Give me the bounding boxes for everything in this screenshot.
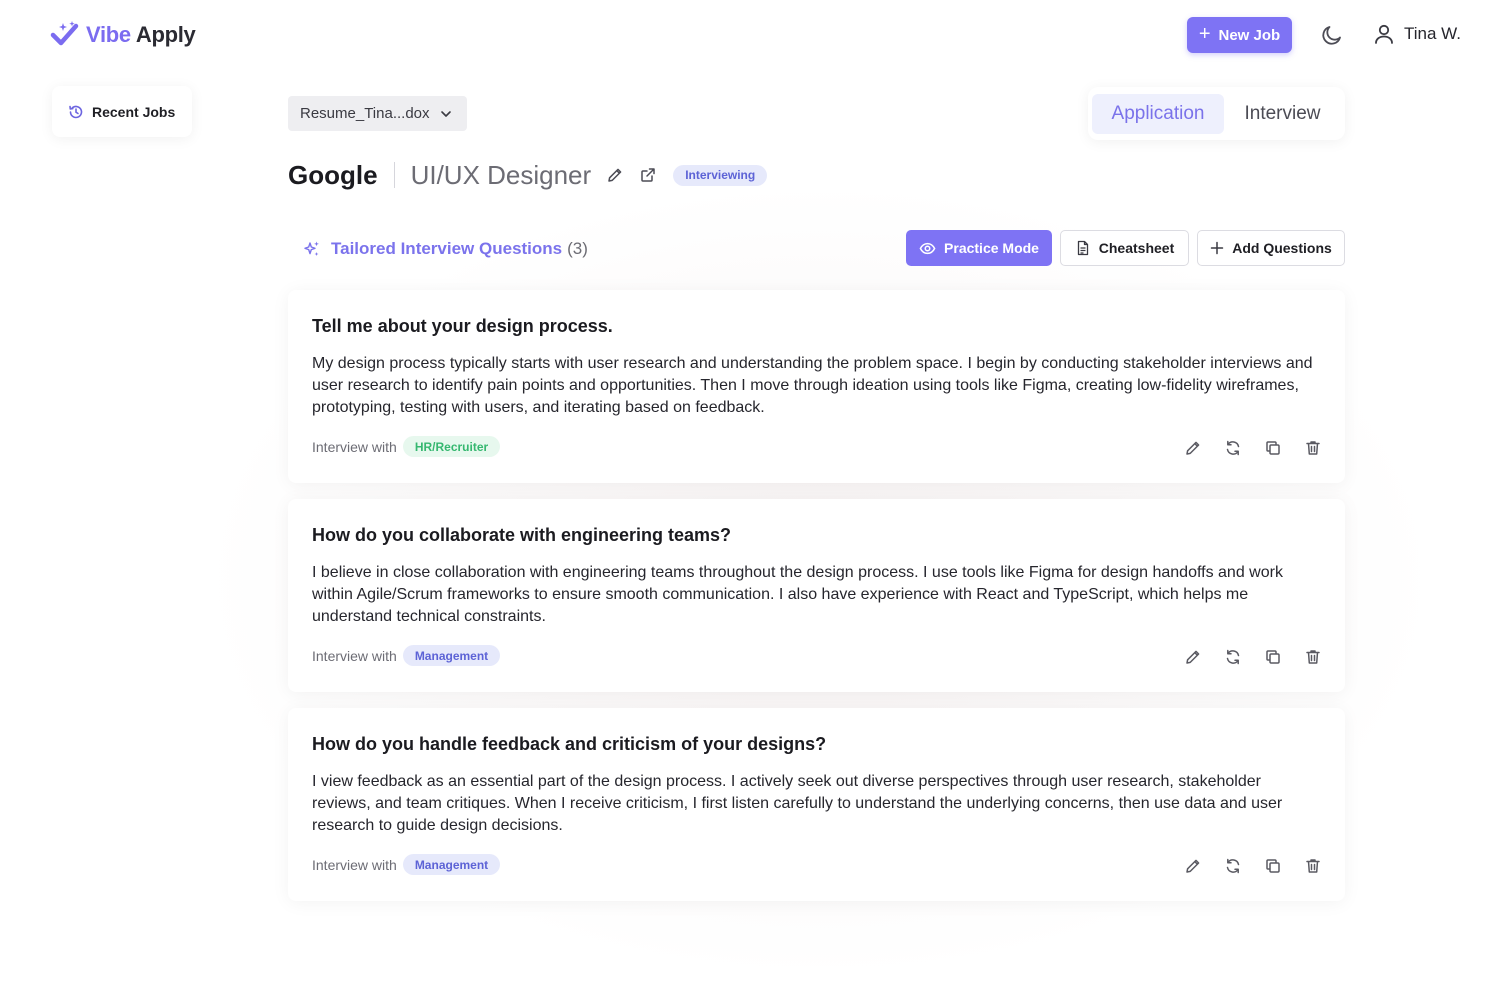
app-logo[interactable]: Vibe Apply (50, 20, 196, 50)
add-questions-label: Add Questions (1232, 240, 1332, 256)
practice-mode-button[interactable]: Practice Mode (906, 230, 1052, 266)
trash-icon[interactable] (1303, 856, 1323, 876)
external-link-icon[interactable] (639, 166, 657, 184)
trash-icon[interactable] (1303, 438, 1323, 458)
logo-check-sparkle-icon (50, 21, 79, 46)
cheatsheet-label: Cheatsheet (1098, 240, 1175, 256)
cheatsheet-button[interactable]: Cheatsheet (1060, 230, 1189, 266)
section-title: Tailored Interview Questions (3) (303, 237, 588, 261)
job-role: UI/UX Designer (410, 159, 592, 190)
practice-mode-label: Practice Mode (944, 240, 1039, 256)
regenerate-icon[interactable] (1223, 647, 1243, 667)
interviewer-tag: HR/Recruiter (402, 436, 501, 457)
card-actions (1183, 856, 1323, 876)
interviewer-tag: Management (402, 645, 501, 666)
job-title-row: Google UI/UX Designer Interviewing (288, 158, 768, 192)
question-text: Tell me about your design process. (312, 316, 613, 336)
edit-icon[interactable] (1183, 856, 1203, 876)
question-card: How do you handle feedback and criticism… (288, 708, 1345, 901)
title-divider (393, 162, 395, 188)
question-card: How do you collaborate with engineering … (288, 499, 1345, 692)
interview-with-label: Interview with (312, 438, 397, 455)
copy-icon[interactable] (1263, 438, 1283, 458)
answer-text: I view feedback as an essential part of … (312, 773, 1283, 834)
regenerate-icon[interactable] (1223, 856, 1243, 876)
recent-jobs-button[interactable]: Recent Jobs (52, 86, 192, 137)
question-card: Tell me about your design process. My de… (288, 290, 1345, 483)
interview-with: Interview with Management (312, 854, 501, 875)
interviewer-tag: Management (402, 854, 501, 875)
edit-job-icon[interactable] (606, 166, 624, 184)
tab-interview[interactable]: Interview (1224, 94, 1341, 134)
copy-icon[interactable] (1263, 647, 1283, 667)
copy-icon[interactable] (1263, 856, 1283, 876)
question-text: How do you handle feedback and criticism… (312, 734, 827, 754)
user-menu[interactable]: Tina W. (1372, 22, 1461, 46)
chevron-down-icon (440, 110, 451, 117)
eye-icon (919, 242, 936, 254)
tab-application[interactable]: Application (1092, 93, 1224, 134)
card-actions (1183, 438, 1323, 458)
interview-with-label: Interview with (312, 856, 397, 873)
question-text: How do you collaborate with engineering … (312, 525, 732, 545)
edit-icon[interactable] (1183, 647, 1203, 667)
answer-text: I believe in close collaboration with en… (312, 564, 1283, 625)
dark-mode-moon-icon[interactable] (1320, 23, 1344, 47)
card-actions (1183, 647, 1323, 667)
interview-with: Interview with HR/Recruiter (312, 436, 501, 457)
sparkles-icon (304, 241, 319, 256)
plus-icon (1210, 241, 1224, 255)
resume-select-value: Resume_Tina...dox (300, 105, 430, 122)
mode-tabs: Application Interview (1088, 87, 1345, 140)
brand-name: Vibe Apply (86, 22, 196, 47)
company-name: Google (288, 159, 378, 190)
recent-jobs-label: Recent Jobs (92, 103, 176, 120)
interview-with: Interview with Management (312, 645, 501, 666)
answer-text: My design process typically starts with … (312, 355, 1313, 416)
history-icon (69, 105, 83, 118)
edit-icon[interactable] (1183, 438, 1203, 458)
status-badge: Interviewing (673, 164, 768, 186)
regenerate-icon[interactable] (1223, 438, 1243, 458)
interview-with-label: Interview with (312, 647, 397, 664)
section-title-label: Tailored Interview Questions (331, 239, 563, 258)
user-name: Tina W. (1404, 24, 1461, 43)
resume-select[interactable]: Resume_Tina...dox (288, 96, 467, 131)
plus-icon: + (1198, 23, 1211, 45)
trash-icon[interactable] (1303, 647, 1323, 667)
new-job-button[interactable]: + New Job (1187, 17, 1292, 53)
new-job-label: New Job (1218, 26, 1281, 44)
question-count: (3) (567, 239, 588, 258)
document-icon (1077, 240, 1088, 256)
add-questions-button[interactable]: Add Questions (1197, 230, 1345, 266)
user-icon (1375, 24, 1393, 44)
